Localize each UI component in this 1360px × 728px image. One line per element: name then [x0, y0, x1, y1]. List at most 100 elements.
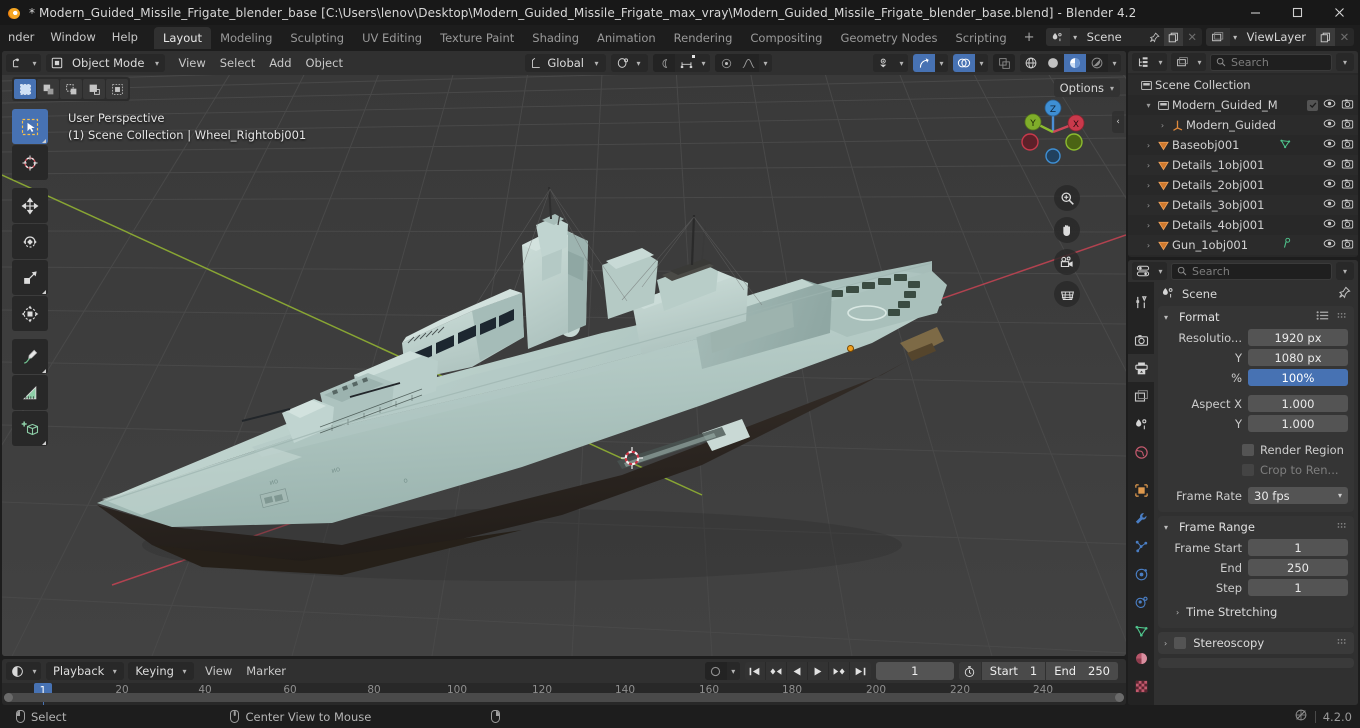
frame-rate-dropdown[interactable]: 30 fps ▾ — [1248, 487, 1348, 504]
editor-type-selector[interactable]: ▾ — [6, 54, 41, 72]
pivot-chevron[interactable]: ▾ — [632, 54, 645, 72]
shading-group[interactable]: ▾ — [1020, 54, 1121, 72]
tab-particles-icon[interactable] — [1128, 532, 1154, 560]
auto-keying-group[interactable]: ▾ — [704, 662, 740, 680]
move-view-hand-icon[interactable] — [1054, 217, 1080, 243]
shading-material-preview-icon[interactable] — [1064, 54, 1086, 72]
tab-output-icon[interactable] — [1128, 354, 1154, 382]
timeline-menu-marker[interactable]: Marker — [239, 659, 293, 683]
scene-selector[interactable]: ▾ Scene ✕ — [1045, 28, 1202, 46]
object-mode-selector[interactable]: Object Mode ▾ — [46, 54, 166, 72]
disable-in-render-icon[interactable] — [1341, 218, 1354, 233]
panel-expand-icon[interactable]: › — [1164, 639, 1167, 648]
pin-id-icon[interactable] — [1338, 286, 1351, 302]
frame-range-group[interactable]: Start 1 End 250 — [958, 662, 1118, 680]
start-frame-field[interactable]: Start 1 — [980, 662, 1046, 680]
falloff-chevron[interactable]: ▾ — [759, 54, 772, 72]
tab-world-icon[interactable] — [1128, 438, 1154, 466]
tab-scene-icon[interactable] — [1128, 410, 1154, 438]
snapping-group[interactable]: ▾ — [653, 54, 710, 72]
minimize-button[interactable] — [1234, 0, 1276, 25]
properties-search-input[interactable]: Search — [1171, 262, 1332, 280]
tab-material-icon[interactable] — [1128, 644, 1154, 672]
outliner-row-details-1obj001[interactable]: › Details_1obj001 — [1128, 155, 1358, 175]
tab-texture-paint[interactable]: Texture Paint — [431, 27, 523, 49]
menu-window[interactable]: Window — [42, 25, 103, 49]
tab-physics-icon[interactable] — [1128, 560, 1154, 588]
jump-to-start-icon[interactable] — [745, 662, 766, 680]
add-workspace-button[interactable]: + — [1016, 27, 1043, 49]
disclosure-right-icon[interactable]: › — [1156, 121, 1169, 130]
sidebar-toggle-icon[interactable]: ‹ — [1112, 111, 1124, 133]
disclosure-right-icon[interactable]: › — [1142, 181, 1155, 190]
select-invert-icon[interactable] — [83, 79, 105, 99]
viewport-menu-view[interactable]: View — [171, 51, 212, 75]
play-icon[interactable] — [808, 662, 829, 680]
scrollbar-handle-left[interactable] — [4, 693, 13, 702]
disclosure-right-icon[interactable]: › — [1142, 201, 1155, 210]
gizmo-chevron[interactable]: ▾ — [935, 54, 948, 72]
pin-scene-icon[interactable] — [1145, 28, 1164, 46]
outliner-display-mode[interactable]: ▾ — [1171, 53, 1206, 71]
end-frame-field[interactable]: End 250 — [1045, 662, 1118, 680]
snap-chevron[interactable]: ▾ — [697, 54, 710, 72]
overlays-group[interactable]: ▾ — [953, 54, 988, 72]
outliner-row-scene-collection[interactable]: Scene Collection — [1128, 75, 1358, 95]
tab-object-icon[interactable] — [1128, 476, 1154, 504]
viewport-nav-buttons[interactable] — [1054, 185, 1080, 307]
use-preview-range-icon[interactable] — [958, 662, 981, 680]
next-panel-partial[interactable] — [1158, 658, 1354, 668]
delete-viewlayer-button[interactable]: ✕ — [1335, 28, 1354, 46]
shading-wireframe-icon[interactable] — [1020, 54, 1042, 72]
maximize-button[interactable] — [1276, 0, 1318, 25]
visibility-group[interactable]: ▾ — [873, 54, 908, 72]
viewport-menu-select[interactable]: Select — [213, 51, 262, 75]
outliner-filter-chevron[interactable]: ▾ — [1336, 53, 1354, 71]
outliner-row-modern-guided-collection[interactable]: ▾ Modern_Guided_M — [1128, 95, 1358, 115]
show-overlays-icon[interactable] — [953, 54, 975, 72]
properties-editor-type[interactable]: ▾ — [1132, 262, 1167, 280]
properties-editor[interactable]: ▾ Search ▾ Scene ▾ Format Resolutio... 1… — [1128, 260, 1358, 705]
timeline-editor[interactable]: ▾ Playback ▾ Keying ▾ View Marker ▾ 1 St… — [2, 659, 1126, 705]
orientation-chevron[interactable]: ▾ — [590, 54, 603, 72]
toggle-orthographic-icon[interactable] — [1054, 281, 1080, 307]
viewport-canvas[interactable]: ᴎo ᴎo o User Perspective (1) Scene Colle… — [2, 75, 1126, 656]
auto-keyframe-icon[interactable] — [704, 662, 727, 680]
aspect-x-field[interactable]: 1.000 — [1248, 395, 1348, 412]
outliner-search-input[interactable]: Search — [1210, 53, 1332, 71]
shading-solid-icon[interactable] — [1042, 54, 1064, 72]
render-region-checkbox-row[interactable]: Render Region — [1242, 440, 1348, 459]
hide-in-viewport-icon[interactable] — [1323, 98, 1336, 112]
vertex-group-icon[interactable] — [1281, 237, 1292, 253]
frame-range-panel-header[interactable]: ▾ Frame Range — [1158, 516, 1354, 538]
viewport-options-button[interactable]: Options ▾ — [1053, 79, 1120, 97]
outliner-row-baseobj001[interactable]: › Baseobj001 — [1128, 135, 1358, 155]
outliner-tree[interactable]: Scene Collection ▾ Modern_Guided_M › Mod… — [1128, 73, 1358, 255]
disable-in-render-icon[interactable] — [1341, 238, 1354, 253]
tool-tweak-select-icon[interactable] — [12, 109, 48, 144]
outliner-row-gun-1obj001[interactable]: › Gun_1obj001 — [1128, 235, 1358, 255]
tab-modeling[interactable]: Modeling — [211, 27, 281, 49]
resolution-x-field[interactable]: 1920 px — [1248, 329, 1348, 346]
subpanel-expand-icon[interactable]: › — [1176, 608, 1179, 617]
tool-rotate-icon[interactable] — [12, 224, 48, 259]
tab-modifier-icon[interactable] — [1128, 504, 1154, 532]
viewport-toolbar[interactable] — [12, 109, 48, 453]
collection-checkbox[interactable] — [1307, 99, 1318, 111]
panel-expand-icon[interactable]: ▾ — [1164, 523, 1173, 532]
disable-in-render-icon[interactable] — [1341, 198, 1354, 213]
disclosure-right-icon[interactable]: › — [1142, 141, 1155, 150]
keying-chevron-icon[interactable]: ▾ — [178, 662, 191, 680]
outliner-editor-type[interactable]: ▾ — [1132, 53, 1167, 71]
shading-chevron[interactable]: ▾ — [1108, 54, 1121, 72]
new-viewlayer-button[interactable] — [1316, 28, 1335, 46]
toggle-camera-view-icon[interactable] — [1054, 249, 1080, 275]
view-layer-display-icon[interactable] — [1171, 53, 1193, 71]
panel-expand-icon[interactable]: ▾ — [1164, 313, 1173, 322]
keying-popover[interactable]: Keying ▾ — [128, 662, 194, 680]
select-box-icon[interactable] — [14, 79, 36, 99]
shading-rendered-icon[interactable] — [1086, 54, 1108, 72]
viewlayer-dropdown-chevron[interactable]: ▾ — [1230, 28, 1241, 46]
aspect-y-field[interactable]: 1.000 — [1248, 415, 1348, 432]
tool-cursor-icon[interactable] — [12, 145, 48, 180]
